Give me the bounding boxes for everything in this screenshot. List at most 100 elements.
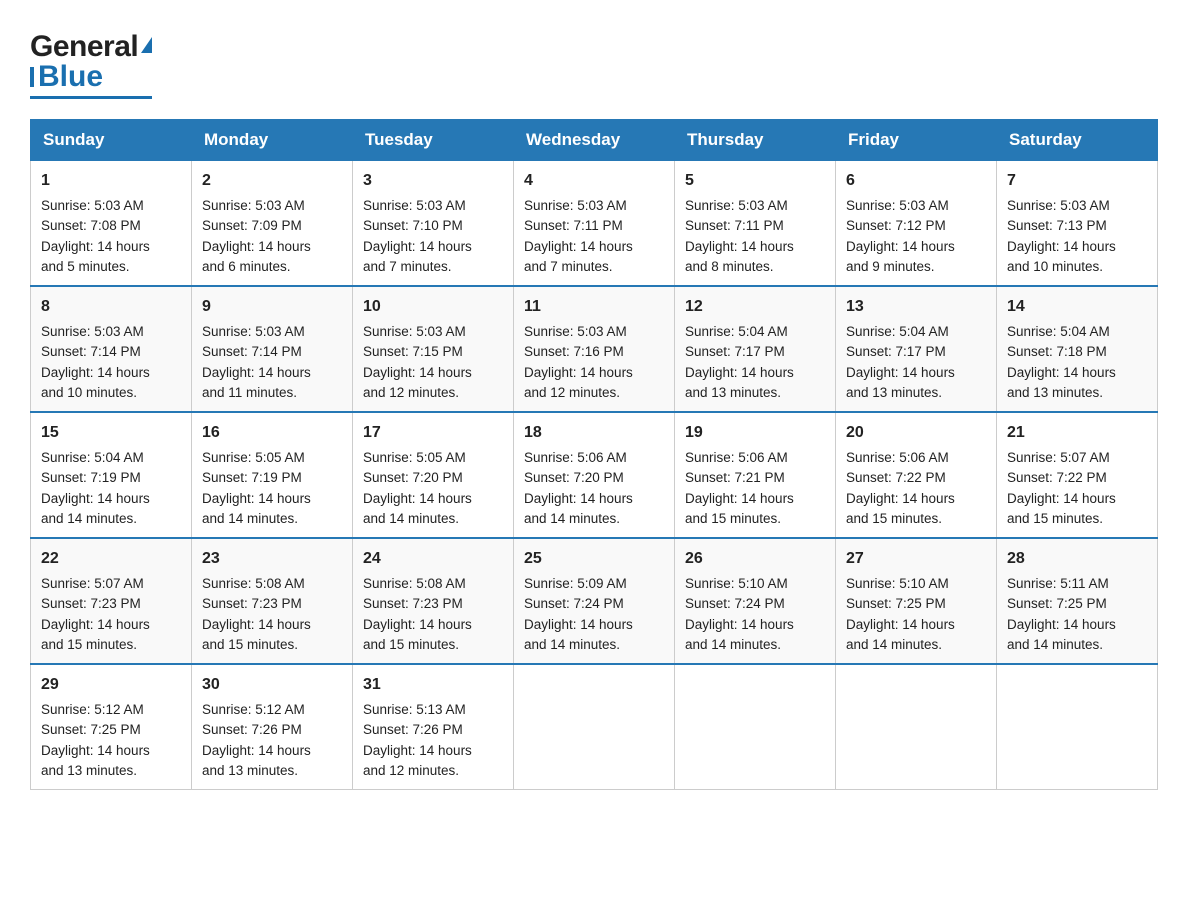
logo-general-text: General (30, 30, 138, 64)
daylight-label: Daylight: 14 hours (846, 491, 955, 506)
daylight-minutes: and 14 minutes. (363, 511, 459, 526)
calendar-cell: 7 Sunrise: 5:03 AM Sunset: 7:13 PM Dayli… (997, 161, 1158, 287)
calendar-cell: 20 Sunrise: 5:06 AM Sunset: 7:22 PM Dayl… (836, 412, 997, 538)
sunrise-label: Sunrise: 5:10 AM (846, 576, 949, 591)
daylight-label: Daylight: 14 hours (685, 491, 794, 506)
sunset-label: Sunset: 7:20 PM (524, 470, 624, 485)
sunrise-label: Sunrise: 5:04 AM (846, 324, 949, 339)
calendar-cell: 2 Sunrise: 5:03 AM Sunset: 7:09 PM Dayli… (192, 161, 353, 287)
calendar-cell: 8 Sunrise: 5:03 AM Sunset: 7:14 PM Dayli… (31, 286, 192, 412)
header-saturday: Saturday (997, 120, 1158, 161)
daylight-minutes: and 13 minutes. (1007, 385, 1103, 400)
daylight-label: Daylight: 14 hours (524, 365, 633, 380)
week-row-1: 1 Sunrise: 5:03 AM Sunset: 7:08 PM Dayli… (31, 161, 1158, 287)
daylight-minutes: and 14 minutes. (41, 511, 137, 526)
header-friday: Friday (836, 120, 997, 161)
day-number: 19 (685, 421, 825, 445)
sunset-label: Sunset: 7:17 PM (685, 344, 785, 359)
daylight-minutes: and 15 minutes. (685, 511, 781, 526)
sunrise-label: Sunrise: 5:03 AM (202, 198, 305, 213)
daylight-minutes: and 10 minutes. (1007, 259, 1103, 274)
daylight-label: Daylight: 14 hours (524, 617, 633, 632)
daylight-minutes: and 15 minutes. (41, 637, 137, 652)
header-monday: Monday (192, 120, 353, 161)
sunrise-label: Sunrise: 5:06 AM (846, 450, 949, 465)
calendar-cell: 10 Sunrise: 5:03 AM Sunset: 7:15 PM Dayl… (353, 286, 514, 412)
day-number: 21 (1007, 421, 1147, 445)
calendar-cell: 3 Sunrise: 5:03 AM Sunset: 7:10 PM Dayli… (353, 161, 514, 287)
sunrise-label: Sunrise: 5:03 AM (363, 324, 466, 339)
calendar-cell: 26 Sunrise: 5:10 AM Sunset: 7:24 PM Dayl… (675, 538, 836, 664)
calendar-cell (836, 664, 997, 790)
daylight-label: Daylight: 14 hours (1007, 239, 1116, 254)
sunrise-label: Sunrise: 5:09 AM (524, 576, 627, 591)
calendar-cell: 22 Sunrise: 5:07 AM Sunset: 7:23 PM Dayl… (31, 538, 192, 664)
daylight-minutes: and 6 minutes. (202, 259, 291, 274)
day-number: 22 (41, 547, 181, 571)
daylight-label: Daylight: 14 hours (363, 617, 472, 632)
daylight-minutes: and 8 minutes. (685, 259, 774, 274)
daylight-label: Daylight: 14 hours (41, 743, 150, 758)
day-number: 7 (1007, 169, 1147, 193)
calendar-cell (997, 664, 1158, 790)
daylight-minutes: and 9 minutes. (846, 259, 935, 274)
sunrise-label: Sunrise: 5:08 AM (363, 576, 466, 591)
day-number: 25 (524, 547, 664, 571)
day-number: 30 (202, 673, 342, 697)
sunset-label: Sunset: 7:17 PM (846, 344, 946, 359)
sunrise-label: Sunrise: 5:10 AM (685, 576, 788, 591)
daylight-label: Daylight: 14 hours (41, 617, 150, 632)
daylight-minutes: and 14 minutes. (846, 637, 942, 652)
daylight-minutes: and 14 minutes. (1007, 637, 1103, 652)
sunset-label: Sunset: 7:14 PM (202, 344, 302, 359)
calendar-cell: 11 Sunrise: 5:03 AM Sunset: 7:16 PM Dayl… (514, 286, 675, 412)
sunset-label: Sunset: 7:26 PM (363, 722, 463, 737)
calendar-cell: 4 Sunrise: 5:03 AM Sunset: 7:11 PM Dayli… (514, 161, 675, 287)
sunset-label: Sunset: 7:10 PM (363, 218, 463, 233)
daylight-label: Daylight: 14 hours (1007, 365, 1116, 380)
sunrise-label: Sunrise: 5:04 AM (1007, 324, 1110, 339)
page-header: General Blue (30, 30, 1158, 99)
day-number: 10 (363, 295, 503, 319)
sunrise-label: Sunrise: 5:11 AM (1007, 576, 1109, 591)
daylight-label: Daylight: 14 hours (202, 491, 311, 506)
sunset-label: Sunset: 7:09 PM (202, 218, 302, 233)
sunset-label: Sunset: 7:20 PM (363, 470, 463, 485)
sunrise-label: Sunrise: 5:12 AM (202, 702, 305, 717)
day-number: 5 (685, 169, 825, 193)
sunset-label: Sunset: 7:19 PM (41, 470, 141, 485)
daylight-minutes: and 5 minutes. (41, 259, 130, 274)
daylight-label: Daylight: 14 hours (1007, 617, 1116, 632)
daylight-label: Daylight: 14 hours (363, 239, 472, 254)
daylight-minutes: and 12 minutes. (363, 763, 459, 778)
daylight-label: Daylight: 14 hours (202, 617, 311, 632)
daylight-minutes: and 7 minutes. (363, 259, 452, 274)
day-number: 26 (685, 547, 825, 571)
week-row-3: 15 Sunrise: 5:04 AM Sunset: 7:19 PM Dayl… (31, 412, 1158, 538)
calendar-cell: 17 Sunrise: 5:05 AM Sunset: 7:20 PM Dayl… (353, 412, 514, 538)
sunrise-label: Sunrise: 5:05 AM (363, 450, 466, 465)
daylight-label: Daylight: 14 hours (202, 365, 311, 380)
day-number: 11 (524, 295, 664, 319)
sunset-label: Sunset: 7:16 PM (524, 344, 624, 359)
calendar-cell: 6 Sunrise: 5:03 AM Sunset: 7:12 PM Dayli… (836, 161, 997, 287)
sunrise-label: Sunrise: 5:07 AM (41, 576, 144, 591)
sunrise-label: Sunrise: 5:03 AM (685, 198, 788, 213)
daylight-label: Daylight: 14 hours (846, 239, 955, 254)
sunrise-label: Sunrise: 5:03 AM (363, 198, 466, 213)
daylight-minutes: and 15 minutes. (202, 637, 298, 652)
day-number: 15 (41, 421, 181, 445)
calendar-table: SundayMondayTuesdayWednesdayThursdayFrid… (30, 119, 1158, 790)
daylight-minutes: and 14 minutes. (524, 637, 620, 652)
calendar-cell: 13 Sunrise: 5:04 AM Sunset: 7:17 PM Dayl… (836, 286, 997, 412)
daylight-minutes: and 14 minutes. (524, 511, 620, 526)
daylight-label: Daylight: 14 hours (846, 617, 955, 632)
sunrise-label: Sunrise: 5:07 AM (1007, 450, 1110, 465)
calendar-cell: 24 Sunrise: 5:08 AM Sunset: 7:23 PM Dayl… (353, 538, 514, 664)
logo-triangle-icon (141, 37, 152, 53)
daylight-minutes: and 13 minutes. (41, 763, 137, 778)
daylight-label: Daylight: 14 hours (685, 365, 794, 380)
sunset-label: Sunset: 7:25 PM (846, 596, 946, 611)
sunset-label: Sunset: 7:11 PM (685, 218, 784, 233)
daylight-label: Daylight: 14 hours (202, 239, 311, 254)
